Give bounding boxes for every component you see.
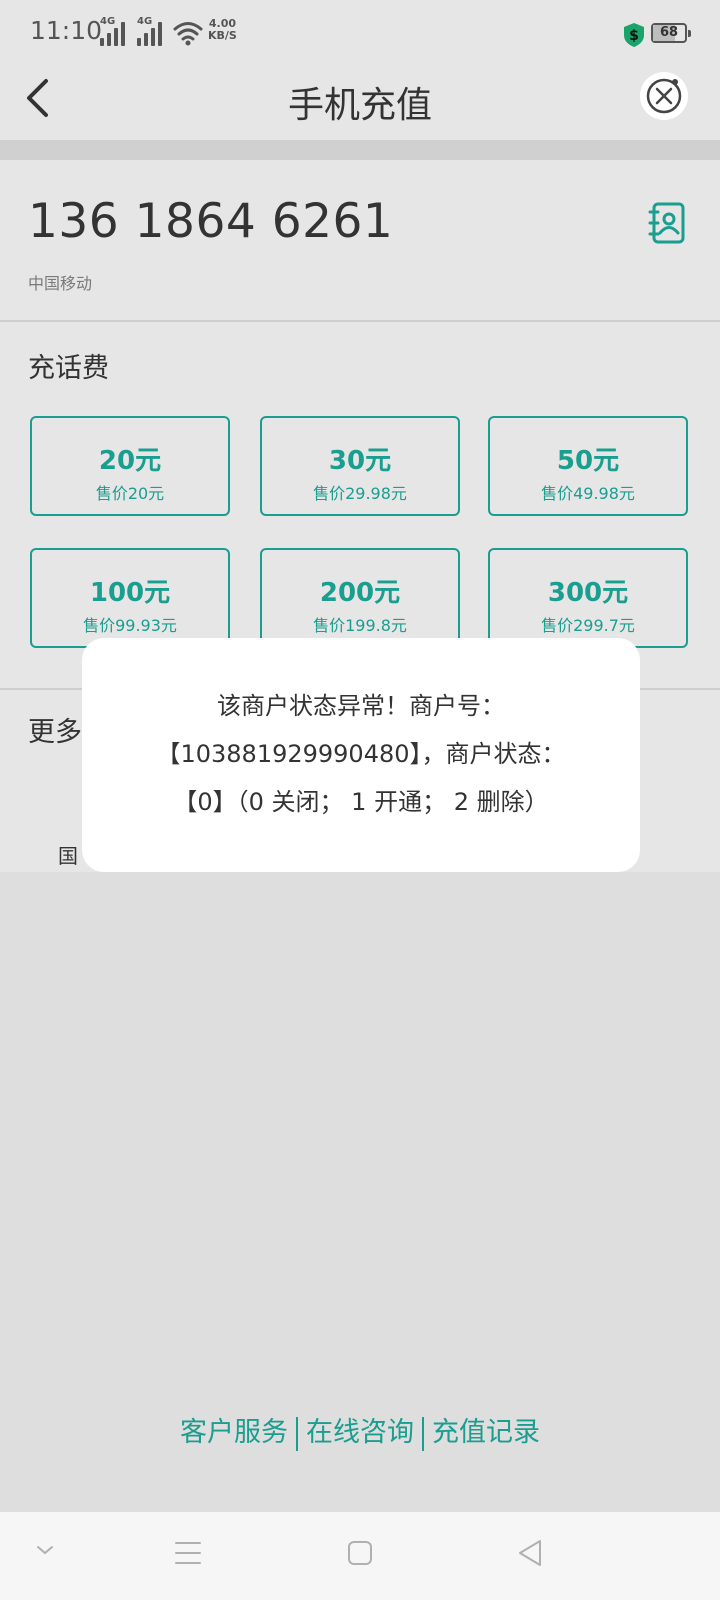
recharge-option-20[interactable]: 20元 售价20元	[30, 416, 230, 516]
dialog-line-2: 【103881929990480】，商户状态：	[156, 740, 566, 768]
status-bar: 11:10 4G 4G 4.00 KB/S $ 68	[0, 0, 720, 56]
recharge-option-50[interactable]: 50元 售价49.98元	[488, 416, 688, 516]
international-recharge-link[interactable]: 国	[58, 840, 78, 869]
option-price: 售价20元	[95, 484, 165, 503]
footer-links: 客户服务 在线咨询 充值记录	[0, 1410, 720, 1451]
battery-level: 68	[659, 25, 679, 40]
system-nav-bar	[0, 1512, 720, 1600]
status-time: 11:10	[30, 16, 103, 45]
customer-service-link[interactable]: 客户服务	[172, 1410, 296, 1449]
network-tag-2: 4G	[137, 16, 153, 27]
signal-2-icon: 4G	[137, 16, 167, 46]
section-divider	[0, 140, 720, 160]
back-triangle-icon[interactable]	[516, 1538, 544, 1568]
signal-1-icon: 4G	[100, 16, 130, 46]
dialog-line-3: 【0】（0 关闭； 1 开通； 2 删除）	[173, 788, 549, 816]
carrier-label: 中国移动	[28, 274, 93, 293]
option-amount: 20元	[98, 446, 162, 476]
recharge-title: 充话费	[28, 353, 109, 384]
home-square-icon[interactable]	[346, 1539, 374, 1567]
option-amount: 300元	[547, 578, 629, 608]
phone-number[interactable]: 136 1864 6261	[28, 194, 393, 249]
more-title: 更多	[28, 717, 82, 748]
close-miniprogram-button[interactable]	[640, 72, 688, 120]
svg-text:$: $	[629, 28, 639, 44]
option-amount: 100元	[89, 578, 171, 608]
phone-section: 136 1864 6261 中国移动	[0, 160, 720, 320]
security-shield-icon: $	[624, 23, 644, 47]
option-price: 售价49.98元	[541, 484, 635, 503]
close-icon	[646, 78, 682, 114]
network-speed: 4.00 KB/S	[208, 18, 237, 42]
recharge-option-200[interactable]: 200元 售价199.8元	[260, 548, 460, 648]
chevron-down-icon[interactable]	[34, 1542, 56, 1558]
contacts-book-icon[interactable]	[648, 202, 686, 244]
option-price: 售价99.93元	[83, 616, 177, 635]
option-amount: 50元	[556, 446, 620, 476]
recharge-option-300[interactable]: 300元 售价299.7元	[488, 548, 688, 648]
option-price: 售价299.7元	[541, 616, 635, 635]
dialog-message: 该商户状态异常！商户号： 【103881929990480】，商户状态： 【0】…	[82, 682, 640, 826]
network-tag-1: 4G	[100, 16, 116, 27]
recharge-option-100[interactable]: 100元 售价99.93元	[30, 548, 230, 648]
battery-tip	[688, 30, 691, 37]
error-dialog: 该商户状态异常！商户号： 【103881929990480】，商户状态： 【0】…	[82, 638, 640, 872]
option-price: 售价29.98元	[313, 484, 407, 503]
page-title: 手机充值	[287, 85, 432, 126]
option-price: 售价199.8元	[313, 616, 407, 635]
recharge-history-link[interactable]: 充值记录	[424, 1410, 548, 1449]
menu-icon[interactable]	[174, 1540, 202, 1566]
app-header: 手机充值	[0, 56, 720, 140]
speed-unit: KB/S	[208, 29, 237, 42]
option-amount: 200元	[319, 578, 401, 608]
recharge-option-30[interactable]: 30元 售价29.98元	[260, 416, 460, 516]
battery-icon: 68	[651, 23, 687, 43]
wifi-icon	[173, 22, 203, 46]
recharge-section: 充话费 20元 售价20元 30元 售价29.98元 50元 售价49.98元 …	[0, 322, 720, 688]
option-amount: 30元	[328, 446, 392, 476]
online-consult-link[interactable]: 在线咨询	[298, 1410, 422, 1449]
dialog-line-1: 该商户状态异常！商户号：	[217, 692, 505, 720]
